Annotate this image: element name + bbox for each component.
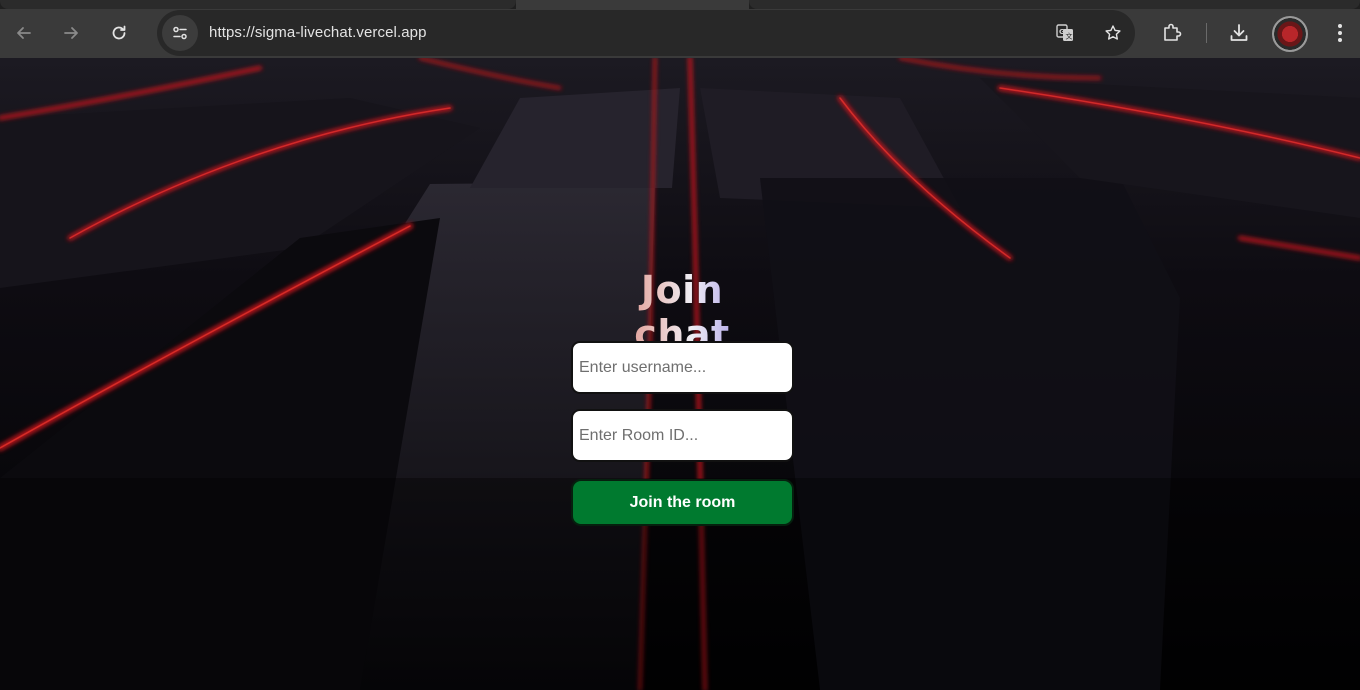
translate-icon: G 文 (1056, 24, 1073, 41)
forward-button[interactable] (55, 17, 87, 49)
reload-button[interactable] (103, 17, 135, 49)
bookmark-button[interactable] (1102, 22, 1124, 44)
address-bar[interactable]: https://sigma-livechat.vercel.app G 文 (157, 10, 1135, 56)
tab-inactive[interactable] (0, 0, 516, 9)
downloads-button[interactable] (1227, 21, 1251, 45)
reload-icon (112, 25, 126, 40)
tab-inactive[interactable] (749, 0, 1360, 9)
svg-text:G: G (1059, 28, 1065, 36)
menu-kebab-icon (1338, 24, 1342, 42)
profile-avatar[interactable] (1272, 16, 1308, 52)
extensions-icon (1164, 23, 1182, 41)
url-text[interactable]: https://sigma-livechat.vercel.app (209, 24, 427, 41)
tab-strip (0, 0, 1360, 9)
downloads-icon (1230, 24, 1248, 41)
site-info-button[interactable] (162, 15, 198, 51)
tab-active[interactable] (516, 0, 749, 9)
back-icon (17, 27, 31, 39)
back-button[interactable] (8, 17, 40, 49)
site-info-icon (173, 26, 187, 40)
forward-icon (64, 27, 78, 39)
bookmark-star-icon (1105, 25, 1121, 40)
browser-toolbar: https://sigma-livechat.vercel.app G 文 (0, 9, 1360, 58)
room-id-input[interactable] (571, 409, 794, 462)
join-room-button[interactable]: Join the room (571, 479, 794, 526)
translate-button[interactable]: G 文 (1054, 22, 1076, 44)
username-input[interactable] (571, 341, 794, 394)
page-content: Join chat Join the room (0, 58, 1360, 690)
svg-text:文: 文 (1066, 32, 1073, 41)
menu-button[interactable] (1328, 21, 1352, 45)
toolbar-separator (1206, 23, 1207, 43)
extensions-button[interactable] (1160, 21, 1184, 45)
